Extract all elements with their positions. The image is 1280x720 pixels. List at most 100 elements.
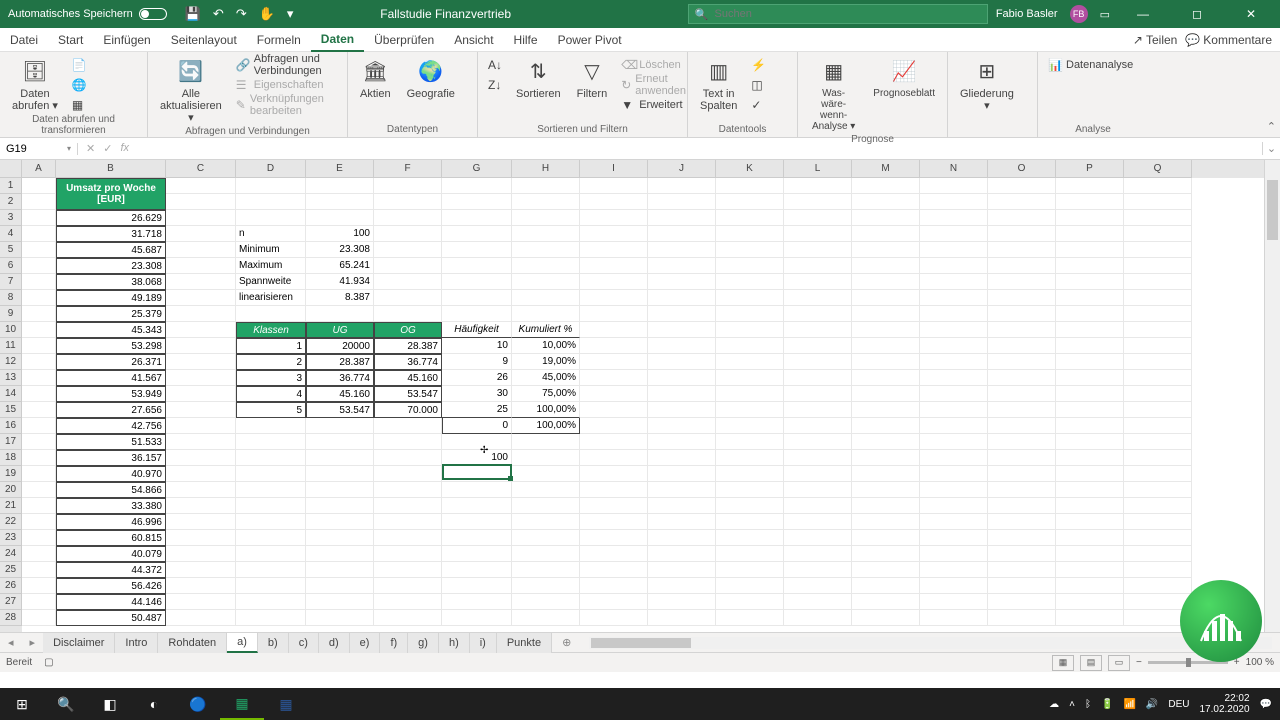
cell[interactable] <box>784 386 852 402</box>
cell[interactable] <box>1124 370 1192 386</box>
cell[interactable] <box>166 242 236 258</box>
cell[interactable] <box>236 194 306 210</box>
cell[interactable]: 26 <box>442 370 512 386</box>
cell[interactable] <box>374 434 442 450</box>
cell[interactable] <box>988 402 1056 418</box>
cell[interactable] <box>1056 290 1124 306</box>
search-button[interactable]: 🔍 <box>44 688 88 720</box>
cell[interactable] <box>852 210 920 226</box>
fx-icon[interactable]: fx <box>120 142 129 155</box>
cell[interactable]: 19,00% <box>512 354 580 370</box>
cell[interactable] <box>716 370 784 386</box>
cell[interactable] <box>920 466 988 482</box>
cell[interactable]: 100,00% <box>512 418 580 434</box>
cell[interactable]: 28.387 <box>374 338 442 354</box>
cell[interactable] <box>1124 274 1192 290</box>
cell[interactable] <box>22 370 56 386</box>
cell[interactable] <box>22 434 56 450</box>
cell[interactable] <box>442 594 512 610</box>
cell[interactable] <box>988 258 1056 274</box>
col-header-K[interactable]: K <box>716 160 784 178</box>
cell[interactable] <box>716 354 784 370</box>
cell[interactable] <box>306 514 374 530</box>
cell[interactable] <box>1124 546 1192 562</box>
cell[interactable] <box>648 514 716 530</box>
cell[interactable] <box>1056 210 1124 226</box>
cell[interactable] <box>236 530 306 546</box>
row-header[interactable]: 19 <box>0 466 22 482</box>
cell[interactable] <box>22 226 56 242</box>
cell[interactable] <box>580 466 648 482</box>
cell[interactable] <box>236 434 306 450</box>
cell[interactable] <box>374 258 442 274</box>
tray-onedrive-icon[interactable]: ☁ <box>1049 699 1059 710</box>
cell[interactable] <box>648 242 716 258</box>
cell[interactable] <box>1124 306 1192 322</box>
cell[interactable] <box>1124 338 1192 354</box>
cell[interactable] <box>1056 450 1124 466</box>
cell[interactable] <box>1124 210 1192 226</box>
cell[interactable] <box>22 562 56 578</box>
tray-bluetooth-icon[interactable]: ᛒ <box>1085 699 1091 710</box>
cell[interactable] <box>166 434 236 450</box>
cell[interactable] <box>716 210 784 226</box>
cell[interactable] <box>1056 418 1124 434</box>
spreadsheet-grid[interactable]: 1234567891011121314151617181920212223242… <box>0 160 1280 632</box>
row-header[interactable]: 15 <box>0 402 22 418</box>
sort-button[interactable]: ⇅Sortieren <box>512 56 565 102</box>
cell[interactable] <box>374 546 442 562</box>
tab-seitenlayout[interactable]: Seitenlayout <box>161 28 247 52</box>
cell[interactable]: 44.146 <box>56 594 166 610</box>
cell[interactable] <box>22 450 56 466</box>
cell[interactable] <box>442 306 512 322</box>
cell[interactable] <box>852 578 920 594</box>
cell[interactable] <box>22 482 56 498</box>
cell[interactable] <box>1056 274 1124 290</box>
cell[interactable]: 40.970 <box>56 466 166 482</box>
cell[interactable] <box>512 450 580 466</box>
cell[interactable] <box>22 498 56 514</box>
cell[interactable] <box>22 578 56 594</box>
cell[interactable] <box>580 418 648 434</box>
cell[interactable] <box>1124 354 1192 370</box>
row-header[interactable]: 18 <box>0 450 22 466</box>
cell[interactable] <box>920 402 988 418</box>
cell[interactable] <box>988 594 1056 610</box>
cell[interactable] <box>166 274 236 290</box>
cell[interactable] <box>784 306 852 322</box>
from-text-button[interactable]: 📄 <box>70 56 88 74</box>
cell[interactable] <box>648 530 716 546</box>
cell[interactable] <box>920 370 988 386</box>
cell[interactable] <box>512 290 580 306</box>
cell[interactable]: 4 <box>236 386 306 402</box>
cell[interactable]: 41.567 <box>56 370 166 386</box>
cell[interactable] <box>580 274 648 290</box>
cell[interactable] <box>442 562 512 578</box>
cell[interactable] <box>236 514 306 530</box>
cell[interactable]: 0 <box>442 418 512 434</box>
advanced-filter-button[interactable]: ▼Erweitert <box>619 96 692 114</box>
cell[interactable] <box>920 482 988 498</box>
cell[interactable] <box>852 226 920 242</box>
cell[interactable] <box>784 530 852 546</box>
tab-einfuegen[interactable]: Einfügen <box>93 28 160 52</box>
cell[interactable] <box>306 610 374 626</box>
cell[interactable]: 53.298 <box>56 338 166 354</box>
cell[interactable]: 65.241 <box>306 258 374 274</box>
cell[interactable]: 36.774 <box>374 354 442 370</box>
cell[interactable] <box>648 498 716 514</box>
cell[interactable] <box>580 594 648 610</box>
horizontal-scrollbar[interactable] <box>589 637 1272 649</box>
cell[interactable] <box>442 274 512 290</box>
col-header-I[interactable]: I <box>580 160 648 178</box>
zoom-out-button[interactable]: − <box>1136 657 1142 668</box>
toggle-switch-icon[interactable] <box>139 8 167 20</box>
cell[interactable] <box>852 498 920 514</box>
cell[interactable] <box>920 386 988 402</box>
row-header[interactable]: 24 <box>0 546 22 562</box>
cell[interactable]: 49.189 <box>56 290 166 306</box>
cell[interactable] <box>306 418 374 434</box>
cell[interactable] <box>166 370 236 386</box>
cell[interactable]: 53.547 <box>374 386 442 402</box>
taskbar[interactable]: ⊞ 🔍 ◧ ◐ 🔵 ▦ ▦ ☁ ˄ ᛒ 🔋 📶 🔊 DEU 22:02 17.0… <box>0 688 1280 720</box>
